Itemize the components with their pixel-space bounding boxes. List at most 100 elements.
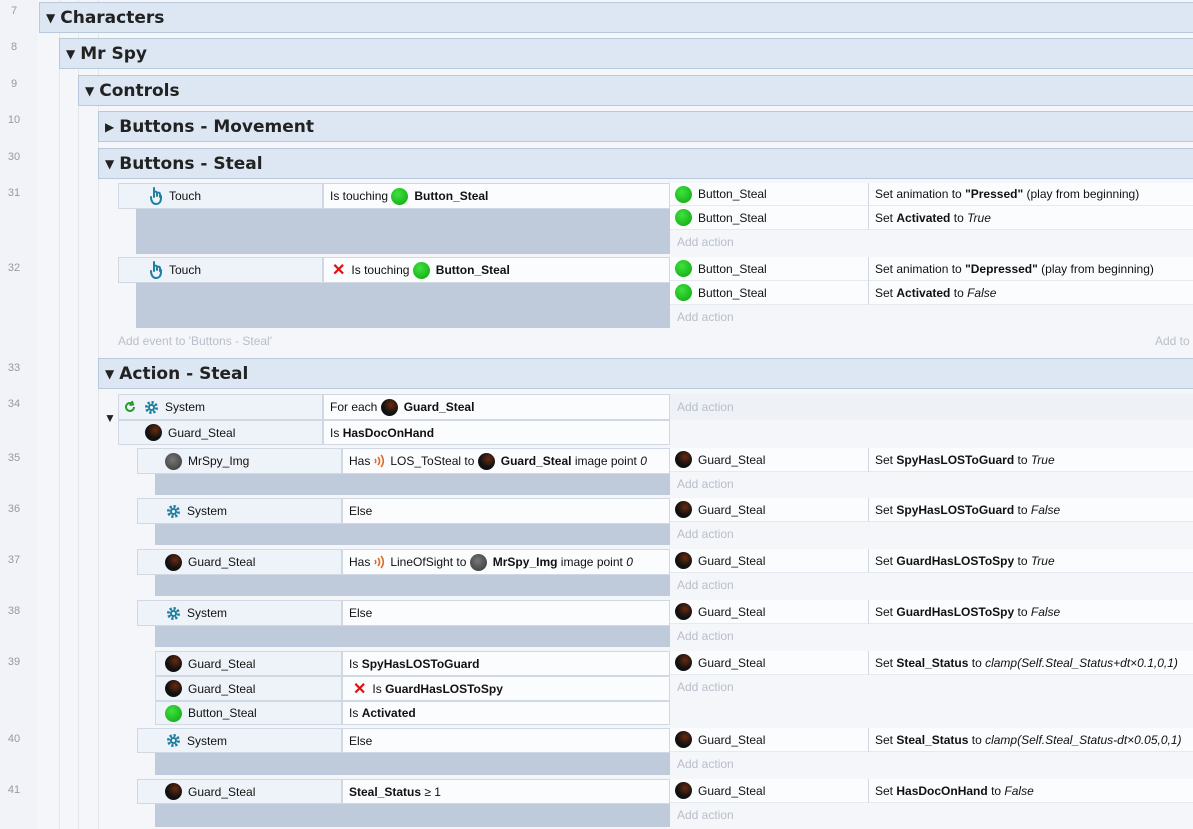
- collapse-triangle-icon[interactable]: ▼: [104, 411, 116, 425]
- action-param: HasDocOnHand: [896, 783, 988, 798]
- condition-object-touch[interactable]: Touch: [118, 257, 323, 283]
- action-label: Set: [875, 502, 894, 517]
- condition-text[interactable]: ✕ Is touching Button_Steal: [323, 257, 670, 283]
- action-param: GuardHasLOSToSpy: [896, 553, 1015, 568]
- action-set-activated[interactable]: Set Activated to True: [868, 206, 1193, 230]
- action-object[interactable]: Button_Steal: [670, 206, 868, 230]
- condition-object-system[interactable]: System: [137, 728, 342, 753]
- action-label: (play from beginning): [1026, 187, 1140, 201]
- add-action-link[interactable]: Add action: [670, 752, 1193, 775]
- condition-object-guard[interactable]: Guard_Steal: [155, 676, 342, 701]
- condition-text[interactable]: Is HasDocOnHand: [323, 420, 670, 445]
- line-number: 10: [7, 114, 21, 126]
- action-object[interactable]: Button_Steal: [670, 257, 868, 281]
- collapse-triangle-icon[interactable]: ▼: [105, 157, 114, 171]
- action-set-activated[interactable]: Set Activated to False: [868, 281, 1193, 305]
- action-set-variable[interactable]: Set SpyHasLOSToGuard to False: [868, 498, 1193, 522]
- spy-object-icon: [469, 553, 487, 571]
- add-action-link[interactable]: Add action: [670, 472, 1193, 495]
- action-set-variable[interactable]: Set Steal_Status to clamp(Self.Steal_Sta…: [868, 728, 1193, 752]
- action-object-name: Button_Steal: [698, 187, 767, 201]
- condition-object-system[interactable]: System: [118, 394, 323, 420]
- object-name: Guard_Steal: [188, 555, 256, 569]
- condition-text[interactable]: Has LineOfSight to MrSpy_Img image point…: [342, 549, 670, 575]
- action-object[interactable]: Guard_Steal: [670, 600, 868, 624]
- group-mr-spy[interactable]: ▼ Mr Spy: [59, 38, 1193, 69]
- add-event-link[interactable]: Add event to 'Buttons - Steal': [118, 334, 272, 348]
- group-action-steal[interactable]: ▼ Action - Steal: [98, 358, 1193, 389]
- condition-label: to: [464, 454, 475, 468]
- add-action-link[interactable]: Add action: [670, 573, 1193, 596]
- collapse-triangle-icon[interactable]: ▼: [66, 47, 75, 61]
- action-set-variable[interactable]: Set HasDocOnHand to False: [868, 779, 1193, 803]
- action-set-variable[interactable]: Set GuardHasLOSToSpy to False: [868, 600, 1193, 624]
- action-label: to: [1017, 502, 1028, 517]
- condition-text[interactable]: ✕ Is GuardHasLOSToSpy: [342, 676, 670, 701]
- condition-text[interactable]: For each Guard_Steal: [323, 394, 670, 420]
- add-action-link[interactable]: Add action: [670, 230, 1193, 254]
- group-characters[interactable]: ▼ Characters: [39, 2, 1193, 33]
- action-label: Set: [875, 285, 894, 300]
- object-name: MrSpy_Img: [188, 454, 250, 468]
- add-action-link[interactable]: Add action: [670, 305, 1193, 328]
- add-action-link[interactable]: Add action: [670, 394, 1193, 420]
- action-set-variable[interactable]: Set SpyHasLOSToGuard to True: [868, 448, 1193, 472]
- add-action-link[interactable]: Add action: [670, 522, 1193, 545]
- add-to-link[interactable]: Add to: [1155, 334, 1190, 348]
- object-name: Touch: [169, 189, 202, 203]
- group-buttons-steal[interactable]: ▼ Buttons - Steal: [98, 148, 1193, 179]
- line-number: 40: [7, 733, 21, 745]
- action-set-variable[interactable]: Set Steal_Status to clamp(Self.Steal_Sta…: [868, 651, 1193, 675]
- condition-label: ≥ 1: [424, 784, 441, 799]
- condition-object-touch[interactable]: Touch: [118, 183, 323, 209]
- expand-triangle-icon[interactable]: ▶: [105, 120, 114, 134]
- condition-text[interactable]: Is touching Button_Steal: [323, 183, 670, 209]
- action-object[interactable]: Guard_Steal: [670, 549, 868, 573]
- action-set-variable[interactable]: Set GuardHasLOSToSpy to True: [868, 549, 1193, 573]
- condition-object-guard[interactable]: Guard_Steal: [118, 420, 323, 445]
- action-object[interactable]: Guard_Steal: [670, 651, 868, 675]
- condition-object-guard[interactable]: Guard_Steal: [137, 779, 342, 804]
- condition-text[interactable]: Else: [342, 600, 670, 626]
- condition-text[interactable]: Is SpyHasLOSToGuard: [342, 651, 670, 676]
- add-action-link[interactable]: Add action: [670, 803, 1193, 827]
- collapse-triangle-icon[interactable]: ▼: [85, 84, 94, 98]
- action-object[interactable]: Guard_Steal: [670, 448, 868, 472]
- action-object[interactable]: Guard_Steal: [670, 728, 868, 752]
- action-object-name: Guard_Steal: [698, 553, 766, 568]
- action-label: to: [971, 655, 982, 670]
- condition-object-system[interactable]: System: [137, 498, 342, 524]
- action-object-name: Guard_Steal: [698, 604, 766, 619]
- action-object[interactable]: Button_Steal: [670, 281, 868, 305]
- condition-text[interactable]: Else: [342, 498, 670, 524]
- condition-param: Steal_Status: [349, 784, 422, 799]
- condition-object-guard[interactable]: Guard_Steal: [155, 651, 342, 676]
- add-action-link[interactable]: Add action: [670, 624, 1193, 647]
- condition-text[interactable]: Else: [342, 728, 670, 753]
- group-buttons-movement[interactable]: ▶ Buttons - Movement: [98, 111, 1193, 142]
- action-label: to: [953, 210, 964, 225]
- action-label: Set: [875, 655, 894, 670]
- collapse-triangle-icon[interactable]: ▼: [105, 367, 114, 381]
- condition-object-button[interactable]: Button_Steal: [155, 701, 342, 725]
- add-action-link[interactable]: Add action: [670, 675, 1193, 698]
- action-object[interactable]: Guard_Steal: [670, 498, 868, 522]
- action-label: Set: [875, 783, 894, 798]
- action-object-name: Guard_Steal: [698, 655, 766, 670]
- condition-text[interactable]: Has LOS_ToSteal to Guard_Steal image poi…: [342, 448, 670, 474]
- condition-object-spy[interactable]: MrSpy_Img: [137, 448, 342, 474]
- condition-text[interactable]: Steal_Status ≥ 1: [342, 779, 670, 804]
- group-controls[interactable]: ▼ Controls: [78, 75, 1193, 106]
- action-set-animation[interactable]: Set animation to "Pressed" (play from be…: [868, 183, 1193, 206]
- inverted-condition-icon: ✕: [332, 262, 346, 279]
- condition-object-system[interactable]: System: [137, 600, 342, 626]
- line-number: 32: [7, 262, 21, 274]
- touch-hand-icon: [150, 261, 162, 279]
- condition-object-guard[interactable]: Guard_Steal: [137, 549, 342, 575]
- loop-icon: [125, 400, 135, 412]
- action-object[interactable]: Guard_Steal: [670, 779, 868, 803]
- action-set-animation[interactable]: Set animation to "Depressed" (play from …: [868, 257, 1193, 281]
- condition-text[interactable]: Is Activated: [342, 701, 670, 725]
- action-object[interactable]: Button_Steal: [670, 183, 868, 206]
- collapse-triangle-icon[interactable]: ▼: [46, 11, 55, 25]
